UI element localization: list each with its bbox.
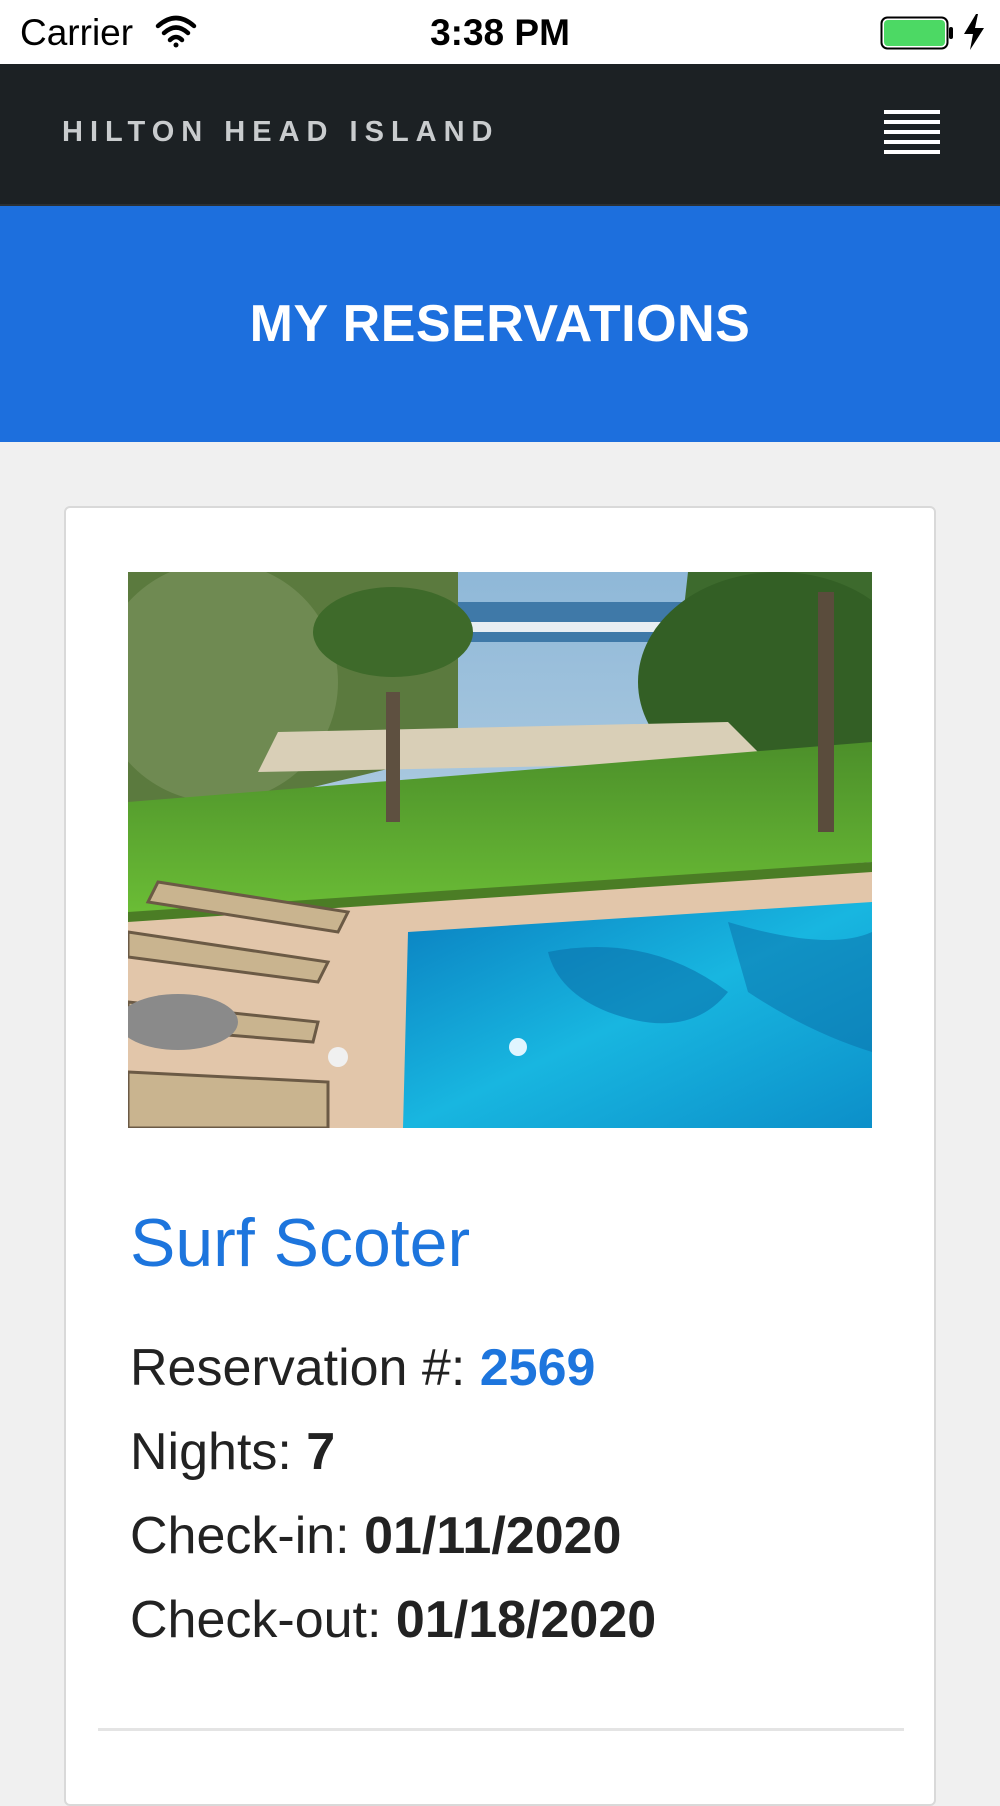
charging-bolt-icon [962,14,986,50]
reservation-number-value[interactable]: 2569 [480,1339,596,1397]
checkin-value: 01/11/2020 [364,1507,622,1565]
nights-row: Nights: 7 [130,1422,335,1482]
reservation-number-row: Reservation #: 2569 [130,1338,595,1398]
top-navbar: HILTON HEAD ISLAND [0,64,1000,206]
property-name-link[interactable]: Surf Scoter [130,1204,470,1282]
checkin-row: Check-in: 01/11/2020 [130,1506,621,1566]
reservation-card: Surf Scoter Reservation #: 2569 Nights: … [64,506,936,1806]
brand-title[interactable]: HILTON HEAD ISLAND [62,116,499,149]
hamburger-menu-icon[interactable] [884,110,940,160]
page-header-banner: MY RESERVATIONS [0,206,1000,442]
checkin-label: Check-in: [130,1507,350,1565]
checkout-label: Check-out: [130,1591,382,1649]
status-bar: Carrier 3:38 PM [0,0,1000,64]
card-divider [98,1728,904,1731]
reservation-number-label: Reservation #: [130,1339,466,1397]
nights-value: 7 [306,1423,336,1481]
nights-label: Nights: [130,1423,292,1481]
checkout-row: Check-out: 01/18/2020 [130,1590,656,1650]
page-title: MY RESERVATIONS [249,295,751,353]
property-photo[interactable] [128,572,872,1128]
battery-icon [880,16,954,50]
clock-time: 3:38 PM [430,12,570,53]
checkout-value: 01/18/2020 [395,1591,657,1649]
